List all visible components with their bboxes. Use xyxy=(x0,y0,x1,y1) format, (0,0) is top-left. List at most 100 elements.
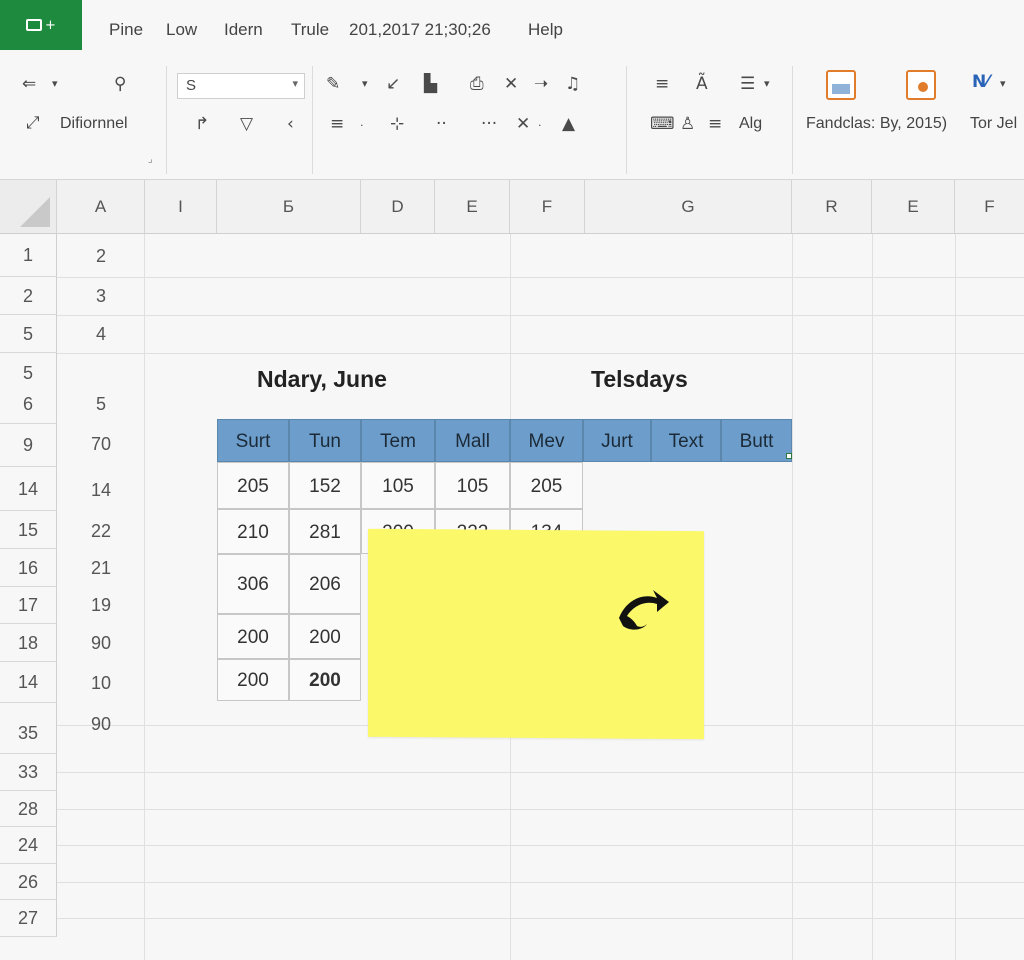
column-header[interactable]: F xyxy=(955,180,1024,234)
group-expand-icon[interactable]: ⌟ xyxy=(148,150,153,170)
merge-icon[interactable]: ⊹ xyxy=(390,114,404,134)
align-dropdown-icon[interactable]: · xyxy=(360,116,364,136)
row-header[interactable]: 14 xyxy=(0,662,57,703)
table-cell[interactable]: 281 xyxy=(289,509,361,554)
table-cell[interactable]: 205 xyxy=(217,462,289,509)
align-label[interactable]: Alg xyxy=(739,114,762,134)
list-icon[interactable]: ☰ xyxy=(740,74,755,94)
cell-a[interactable]: 70 xyxy=(58,434,144,455)
diagonal-arrow-icon[interactable]: ↙ xyxy=(386,74,400,94)
table-cell[interactable]: 105 xyxy=(435,462,510,509)
function-dropdown-icon[interactable]: ▾ xyxy=(1000,74,1006,94)
menu-item-idern[interactable]: Idern xyxy=(224,20,263,40)
more-icon[interactable]: ·· xyxy=(436,114,447,134)
style-label[interactable]: Difiornnel xyxy=(60,114,128,134)
cell-a[interactable]: 3 xyxy=(58,286,144,307)
cell-a[interactable]: 90 xyxy=(58,633,144,654)
justify-icon[interactable]: ≡ xyxy=(708,114,722,134)
table-cell[interactable]: 205 xyxy=(510,462,583,509)
pen-dropdown-icon[interactable]: ▾ xyxy=(362,74,368,94)
fill-down-icon[interactable]: ▽ xyxy=(240,114,253,134)
table-cell[interactable]: 206 xyxy=(289,554,361,614)
cell-a[interactable]: 2 xyxy=(58,246,144,267)
table-cell[interactable]: 105 xyxy=(361,462,435,509)
row-header[interactable]: 2 xyxy=(0,277,57,315)
cell-a[interactable]: 4 xyxy=(58,324,144,345)
text-style-icon[interactable]: A͂ xyxy=(696,74,708,94)
row-header[interactable]: 28 xyxy=(0,791,57,827)
cell-a[interactable]: 10 xyxy=(58,673,144,694)
row-header[interactable]: 1 xyxy=(0,234,57,277)
search-icon[interactable]: ⚲ xyxy=(114,74,126,94)
person-icon[interactable]: ♙ xyxy=(680,114,695,134)
table-cell[interactable]: 200 xyxy=(217,659,289,701)
row-header[interactable]: 35 xyxy=(0,703,57,754)
cell-a[interactable]: 90 xyxy=(58,714,144,735)
column-header[interactable]: G xyxy=(585,180,792,234)
panel-label-2[interactable]: Tor Jel xyxy=(970,114,1017,134)
column-header[interactable]: E xyxy=(435,180,510,234)
spreadsheet-grid[interactable]: A I Б D E F G R E F 1 2 5 5 6 9 14 15 16… xyxy=(0,180,1024,960)
row-header[interactable]: 5 xyxy=(0,353,57,389)
row-header[interactable]: 24 xyxy=(0,827,57,864)
increase-font-icon[interactable]: ↱ xyxy=(195,114,209,134)
sticky-note[interactable] xyxy=(368,528,704,740)
column-header[interactable]: A xyxy=(57,180,145,234)
table-header-cell[interactable]: Tun xyxy=(289,419,361,462)
report-icon[interactable] xyxy=(906,70,936,100)
row-header[interactable]: 14 xyxy=(0,467,57,511)
table-header-cell[interactable]: Jurt xyxy=(583,419,651,462)
menu-item-low[interactable]: Low xyxy=(166,20,197,40)
column-header[interactable]: D xyxy=(361,180,435,234)
cell-a[interactable]: 5 xyxy=(58,394,144,415)
font-name-select[interactable]: S ▾ xyxy=(177,73,305,99)
table-cell[interactable]: 210 xyxy=(217,509,289,554)
undo-icon[interactable]: ⇐ xyxy=(22,74,36,94)
row-header[interactable]: 9 xyxy=(0,424,57,467)
comment-icon[interactable]: ⌨ xyxy=(650,114,675,134)
chevron-left-icon[interactable]: ‹ xyxy=(287,114,294,134)
table-cell[interactable]: 200 xyxy=(289,659,361,701)
column-header[interactable]: R xyxy=(792,180,872,234)
clear-icon[interactable]: ✕ xyxy=(516,114,530,134)
ellipsis-icon[interactable]: ··· xyxy=(481,114,497,134)
list-dropdown-icon[interactable]: ▾ xyxy=(764,74,770,94)
table-header-cell[interactable]: Text xyxy=(651,419,721,462)
row-header[interactable]: 16 xyxy=(0,549,57,587)
select-all-corner[interactable] xyxy=(0,180,57,234)
fill-color-icon[interactable]: ▲ xyxy=(562,114,575,134)
menu-item-pine[interactable]: Pine xyxy=(109,20,143,40)
column-header[interactable]: I xyxy=(145,180,217,234)
format-brush-icon[interactable]: ⤢ xyxy=(26,113,40,133)
insert-function-icon[interactable]: N⁄ xyxy=(972,72,989,92)
table-cell[interactable]: 152 xyxy=(289,462,361,509)
cell-a[interactable]: 14 xyxy=(58,480,144,501)
cell-a[interactable]: 21 xyxy=(58,558,144,579)
row-header[interactable]: 5 xyxy=(0,315,57,353)
cell-a[interactable]: 22 xyxy=(58,521,144,542)
table-header-cell[interactable]: Mev xyxy=(510,419,583,462)
table-cell[interactable]: 306 xyxy=(217,554,289,614)
column-header[interactable]: F xyxy=(510,180,585,234)
arrow-right-icon[interactable]: ➝ xyxy=(534,74,548,94)
close-icon[interactable]: ✕ xyxy=(504,74,518,94)
row-header[interactable]: 6 xyxy=(0,389,57,424)
row-header[interactable]: 26 xyxy=(0,864,57,900)
fill-handle[interactable] xyxy=(786,453,792,459)
panel-label-1[interactable]: Fandclas: By, 2015) xyxy=(806,114,947,134)
pen-icon[interactable]: ✎ xyxy=(326,74,340,94)
row-header[interactable]: 33 xyxy=(0,754,57,791)
align-icon[interactable]: ≡ xyxy=(330,114,344,134)
column-header[interactable]: Б xyxy=(217,180,361,234)
column-header[interactable]: E xyxy=(872,180,955,234)
table-cell[interactable]: 200 xyxy=(217,614,289,659)
cell-a[interactable]: 19 xyxy=(58,595,144,616)
menu-item-datetime[interactable]: 201,2017 21;30;26 xyxy=(349,20,491,40)
row-header[interactable]: 15 xyxy=(0,511,57,549)
undo-dropdown-icon[interactable]: ▾ xyxy=(52,74,58,94)
table-header-cell[interactable]: Surt xyxy=(217,419,289,462)
table-header-cell[interactable]: Butt xyxy=(721,419,792,462)
music-note-icon[interactable]: ♫ xyxy=(565,74,580,94)
clear-dropdown-icon[interactable]: · xyxy=(538,116,542,136)
text-align-icon[interactable]: ≡ xyxy=(655,74,669,94)
